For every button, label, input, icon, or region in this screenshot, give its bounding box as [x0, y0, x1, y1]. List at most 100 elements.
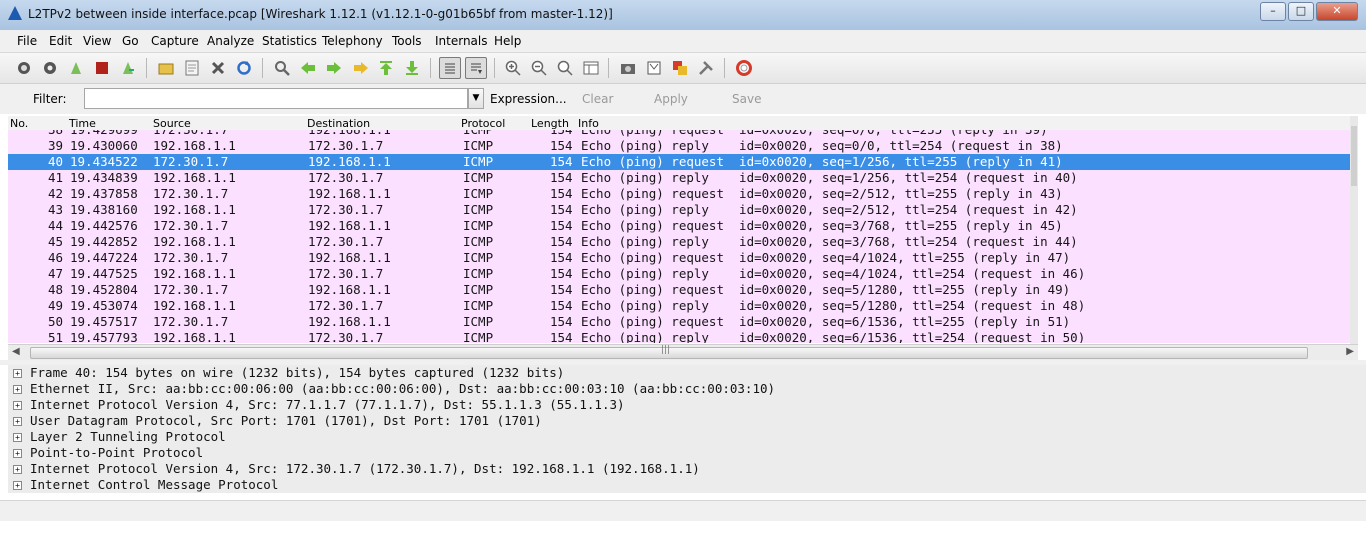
start-capture-icon[interactable] — [66, 58, 86, 78]
go-forward-icon[interactable] — [324, 58, 344, 78]
table-row-selected[interactable]: 40 19.434522 172.30.1.7 192.168.1.1 ICMP… — [8, 154, 1358, 170]
save-file-icon[interactable] — [182, 58, 202, 78]
table-row[interactable]: 44 19.442576 172.30.1.7 192.168.1.1 ICMP… — [8, 218, 1358, 234]
scroll-right-icon[interactable]: ▶ — [1346, 346, 1354, 357]
expand-icon[interactable]: + — [13, 369, 22, 378]
coloring-rules-icon[interactable] — [670, 58, 690, 78]
menu-capture[interactable]: Capture — [151, 34, 199, 48]
maximize-button[interactable]: □ — [1288, 2, 1314, 21]
cell-length: 154 — [550, 314, 573, 329]
expand-icon[interactable]: + — [13, 385, 22, 394]
cell-info: Echo (ping) request id=0x0020, seq=6/153… — [581, 314, 1071, 329]
close-button[interactable]: ✕ — [1316, 2, 1358, 21]
apply-button[interactable]: Apply — [654, 92, 688, 106]
scroll-thumb[interactable] — [1351, 126, 1357, 186]
cell-destination: 192.168.1.1 — [308, 314, 391, 329]
tree-item[interactable]: + User Datagram Protocol, Src Port: 1701… — [8, 413, 1366, 429]
resize-columns-icon[interactable] — [581, 58, 601, 78]
first-packet-icon[interactable] — [376, 58, 396, 78]
stop-capture-icon[interactable] — [92, 58, 112, 78]
expand-icon[interactable]: + — [13, 465, 22, 474]
find-packet-icon[interactable] — [272, 58, 292, 78]
menu-view[interactable]: View — [83, 34, 111, 48]
menu-edit[interactable]: Edit — [49, 34, 72, 48]
column-header-destination[interactable]: Destination — [307, 117, 370, 130]
menu-help[interactable]: Help — [494, 34, 521, 48]
menu-telephony[interactable]: Telephony — [322, 34, 383, 48]
column-header-no[interactable]: No. — [10, 117, 28, 130]
open-file-icon[interactable] — [156, 58, 176, 78]
column-header-protocol[interactable]: Protocol — [461, 117, 505, 130]
menu-tools[interactable]: Tools — [392, 34, 422, 48]
packet-list-vertical-scrollbar[interactable] — [1350, 116, 1358, 344]
close-file-icon[interactable] — [208, 58, 228, 78]
minimize-button[interactable]: – — [1260, 2, 1286, 21]
save-button[interactable]: Save — [732, 92, 761, 106]
tree-item[interactable]: + Point-to-Point Protocol — [8, 445, 1366, 461]
tree-item[interactable]: + Frame 40: 154 bytes on wire (1232 bits… — [8, 365, 1366, 381]
cell-length: 154 — [550, 138, 573, 153]
column-header-source[interactable]: Source — [153, 117, 191, 130]
menu-internals[interactable]: Internals — [435, 34, 488, 48]
column-header-length[interactable]: Length — [531, 117, 569, 130]
column-header-info[interactable]: Info — [578, 117, 599, 130]
tree-item[interactable]: + Internet Control Message Protocol — [8, 477, 1366, 493]
table-row[interactable]: 38 19.429699 172.30.1.7 192.168.1.1 ICMP… — [8, 130, 1358, 138]
scroll-left-icon[interactable]: ◀ — [12, 346, 20, 357]
cell-protocol: ICMP — [463, 154, 494, 169]
table-row[interactable]: 50 19.457517 172.30.1.7 192.168.1.1 ICMP… — [8, 314, 1358, 330]
packet-list-horizontal-scrollbar[interactable]: ◀ ||| ▶ — [8, 344, 1358, 360]
table-row[interactable]: 43 19.438160 192.168.1.1 172.30.1.7 ICMP… — [8, 202, 1358, 218]
expand-icon[interactable]: + — [13, 481, 22, 490]
table-row[interactable]: 42 19.437858 172.30.1.7 192.168.1.1 ICMP… — [8, 186, 1358, 202]
tree-item[interactable]: + Ethernet II, Src: aa:bb:cc:00:06:00 (a… — [8, 381, 1366, 397]
cell-protocol: ICMP — [463, 138, 494, 153]
menu-file[interactable]: File — [17, 34, 37, 48]
expression-button[interactable]: Expression... — [490, 92, 567, 106]
table-row[interactable]: 46 19.447224 172.30.1.7 192.168.1.1 ICMP… — [8, 250, 1358, 266]
zoom-out-icon[interactable] — [529, 58, 549, 78]
menu-statistics[interactable]: Statistics — [262, 34, 317, 48]
table-row[interactable]: 41 19.434839 192.168.1.1 172.30.1.7 ICMP… — [8, 170, 1358, 186]
column-header-time[interactable]: Time — [69, 117, 96, 130]
tree-item[interactable]: + Internet Protocol Version 4, Src: 172.… — [8, 461, 1366, 477]
filter-history-dropdown[interactable]: ▼ — [468, 88, 484, 109]
restart-capture-icon[interactable] — [118, 58, 138, 78]
zoom-in-icon[interactable] — [503, 58, 523, 78]
interfaces-icon[interactable] — [14, 58, 34, 78]
preferences-icon[interactable] — [696, 58, 716, 78]
help-icon[interactable] — [734, 58, 754, 78]
cell-length: 154 — [550, 234, 573, 249]
options-icon[interactable] — [40, 58, 60, 78]
table-row[interactable]: 48 19.452804 172.30.1.7 192.168.1.1 ICMP… — [8, 282, 1358, 298]
table-row[interactable]: 45 19.442852 192.168.1.1 172.30.1.7 ICMP… — [8, 234, 1358, 250]
cell-info: Echo (ping) reply id=0x0020, seq=6/1536,… — [581, 330, 1086, 343]
expand-icon[interactable]: + — [13, 401, 22, 410]
expand-icon[interactable]: + — [13, 449, 22, 458]
display-filter-input[interactable] — [84, 88, 468, 109]
cell-protocol: ICMP — [463, 314, 494, 329]
table-row[interactable]: 49 19.453074 192.168.1.1 172.30.1.7 ICMP… — [8, 298, 1358, 314]
expand-icon[interactable]: + — [13, 433, 22, 442]
menu-go[interactable]: Go — [122, 34, 139, 48]
expand-icon[interactable]: + — [13, 417, 22, 426]
reload-icon[interactable] — [234, 58, 254, 78]
cell-length: 154 — [550, 170, 573, 185]
last-packet-icon[interactable] — [402, 58, 422, 78]
table-row[interactable]: 51 19.457793 192.168.1.1 172.30.1.7 ICMP… — [8, 330, 1358, 343]
scroll-thumb[interactable]: ||| — [30, 345, 1308, 359]
capture-filters-icon[interactable] — [618, 58, 638, 78]
go-back-icon[interactable] — [298, 58, 318, 78]
menu-analyze[interactable]: Analyze — [207, 34, 254, 48]
autoscroll-icon[interactable] — [465, 57, 487, 79]
normal-size-icon[interactable] — [555, 58, 575, 78]
cell-no: 50 — [48, 314, 64, 329]
table-row[interactable]: 47 19.447525 192.168.1.1 172.30.1.7 ICMP… — [8, 266, 1358, 282]
tree-item[interactable]: + Internet Protocol Version 4, Src: 77.1… — [8, 397, 1366, 413]
go-to-packet-icon[interactable] — [350, 58, 370, 78]
table-row[interactable]: 39 19.430060 192.168.1.1 172.30.1.7 ICMP… — [8, 138, 1358, 154]
colorize-icon[interactable] — [439, 57, 461, 79]
tree-item[interactable]: + Layer 2 Tunneling Protocol — [8, 429, 1366, 445]
display-filters-icon[interactable] — [644, 58, 664, 78]
clear-button[interactable]: Clear — [582, 92, 613, 106]
